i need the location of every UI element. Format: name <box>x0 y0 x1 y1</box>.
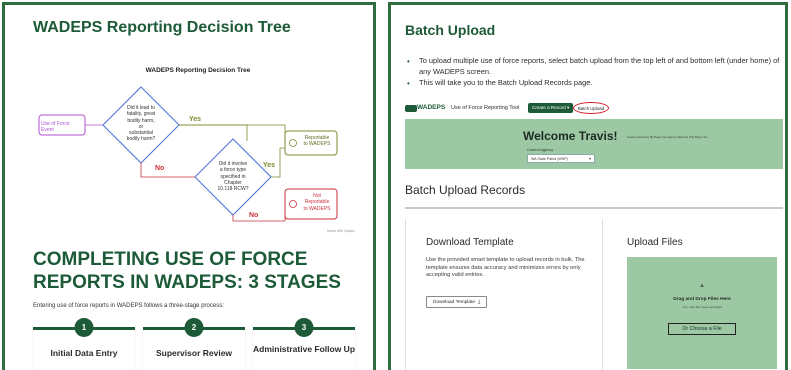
panel-title: WADEPS Reporting Decision Tree <box>33 19 291 36</box>
divider <box>405 207 783 209</box>
stage-card-2: 2 Supervisor Review <box>143 318 245 370</box>
not-reportable-text: Not Reportable to WADEPS <box>299 193 335 212</box>
q1-text: Did it lead to fatality, great bodily ha… <box>113 105 169 143</box>
yes-label-2: Yes <box>263 162 276 169</box>
no-2-line <box>232 207 286 222</box>
download-template-button[interactable]: Download Template ⤓ <box>426 296 488 308</box>
upload-title: Upload Files <box>627 237 683 248</box>
chevron-down-icon: ▾ <box>588 156 591 161</box>
panel-title: Batch Upload <box>405 22 496 38</box>
welcome-message: Welcome Travis! <box>523 129 618 143</box>
stage-number-badge: 2 <box>184 318 204 337</box>
welcome-banner: Welcome Travis! Create a Record | My Pag… <box>405 119 783 169</box>
upload-icon: ▲ <box>699 283 705 289</box>
agency-select[interactable]: WA State Patrol (WSP) ▾ <box>527 154 595 163</box>
no-label-1: No <box>155 165 165 172</box>
stage-number-badge: 3 <box>294 318 314 337</box>
welcome-links[interactable]: Create a Record | My Page | Go Agency Re… <box>627 135 707 139</box>
download-title: Download Template <box>426 237 514 248</box>
stage-card-3: 3 Administrative Follow Up <box>253 318 356 370</box>
decision-tree-panel: WADEPS Reporting Decision Tree WADEPS Re… <box>2 2 376 370</box>
page-title: Batch Upload Records <box>405 183 526 197</box>
reportable-text: Reportable to WADEPS <box>299 135 335 148</box>
instruction-list: To upload multiple use of force reports,… <box>405 56 783 90</box>
no-1-line <box>140 163 195 178</box>
agency-label: Current Agency <box>527 148 554 152</box>
choose-file-button[interactable]: Or Choose a File <box>668 323 736 335</box>
stage-card-1: 1 Initial Data Entry <box>33 318 135 370</box>
drag-drop-text: Drag and Drop Files Here <box>673 297 731 302</box>
credit-text: Made with Napkin <box>327 229 355 233</box>
app-logo-text: WADEPS <box>417 104 446 111</box>
instruction-item: To upload multiple use of force reports,… <box>405 56 783 77</box>
stage-label: Supervisor Review <box>155 348 233 358</box>
stages-intro: Entering use of force reports in WADEPS … <box>33 303 224 309</box>
stage-label: Initial Data Entry <box>50 348 118 358</box>
yes-label-1: Yes <box>189 116 202 123</box>
q2-text: Did it involve a force type specified in… <box>207 161 259 192</box>
reportable-line: to WADEPS <box>303 141 331 148</box>
instruction-item: This will take you to the Batch Upload R… <box>405 78 783 89</box>
create-record-button[interactable]: Create a Record ▾ <box>528 103 574 113</box>
download-button-label: Download Template <box>433 299 476 305</box>
stages-heading: COMPLETING USE OF FORCE REPORTS IN WADEP… <box>33 249 341 293</box>
app-name: Use of Force Reporting Tool <box>451 105 520 111</box>
batch-upload-button[interactable]: Batch Upload <box>573 102 609 114</box>
stage-label: Administrative Follow Up <box>253 344 356 354</box>
download-icon: ⤓ <box>478 300 481 305</box>
download-template-section: Download Template Use the provided smart… <box>405 219 603 370</box>
yes-1-line-b <box>179 124 286 141</box>
agency-value: WA State Patrol (WSP) <box>531 157 568 161</box>
stage-number-badge: 1 <box>74 318 94 337</box>
no-label-2: No <box>249 212 259 219</box>
q2-line: 10.118 RCW? <box>217 186 249 192</box>
decision-tree-diagram: WADEPS Reporting Decision Tree Use of Fo… <box>33 49 363 239</box>
q1-line: bodily harm? <box>126 136 156 143</box>
download-description: Use the provided smart template to uploa… <box>426 257 585 279</box>
start-box-label: Use of Force Event <box>41 121 70 134</box>
not-reportable-line: to WADEPS <box>303 205 331 212</box>
batch-upload-panel: Batch Upload To upload multiple use of f… <box>388 2 788 370</box>
yes-1-line <box>179 124 248 141</box>
wadeps-logo-icon <box>405 105 417 112</box>
start-box-text: Use of Force Event <box>41 121 83 134</box>
file-drop-zone[interactable]: ▲ Drag and Drop Files Here .csv, .xlsx f… <box>627 257 777 369</box>
accepted-types-text: .csv, .xlsx files types accepted <box>682 305 722 309</box>
app-header-bar: WADEPS Use of Force Reporting Tool Creat… <box>405 102 645 116</box>
